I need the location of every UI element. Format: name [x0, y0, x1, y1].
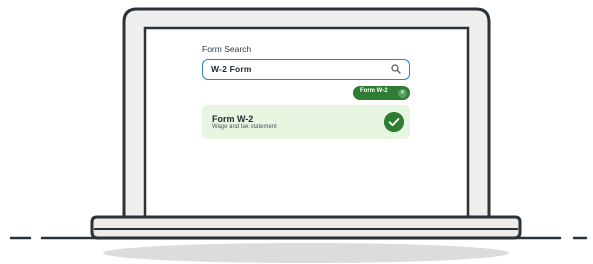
form-search-panel: Form Search W-2 Form Form W-2 ✕ Form W-2…	[147, 30, 466, 216]
search-input[interactable]: W-2 Form	[202, 59, 410, 80]
search-icon[interactable]	[391, 64, 401, 74]
form-search-title: Form Search	[202, 44, 252, 54]
close-icon[interactable]: ✕	[398, 88, 407, 98]
search-query[interactable]: W-2 Form	[211, 64, 252, 74]
laptop-shadow	[103, 243, 509, 263]
check-circle-icon	[384, 112, 404, 132]
result-description: Wage and tax statement	[212, 124, 277, 130]
laptop-base	[90, 215, 522, 240]
filter-chip[interactable]: Form W-2 ✕	[353, 86, 410, 100]
result-title: Form W-2	[212, 114, 254, 124]
filter-chip-label: Form W-2	[360, 88, 388, 94]
search-result-item[interactable]: Form W-2 Wage and tax statement	[202, 105, 410, 139]
